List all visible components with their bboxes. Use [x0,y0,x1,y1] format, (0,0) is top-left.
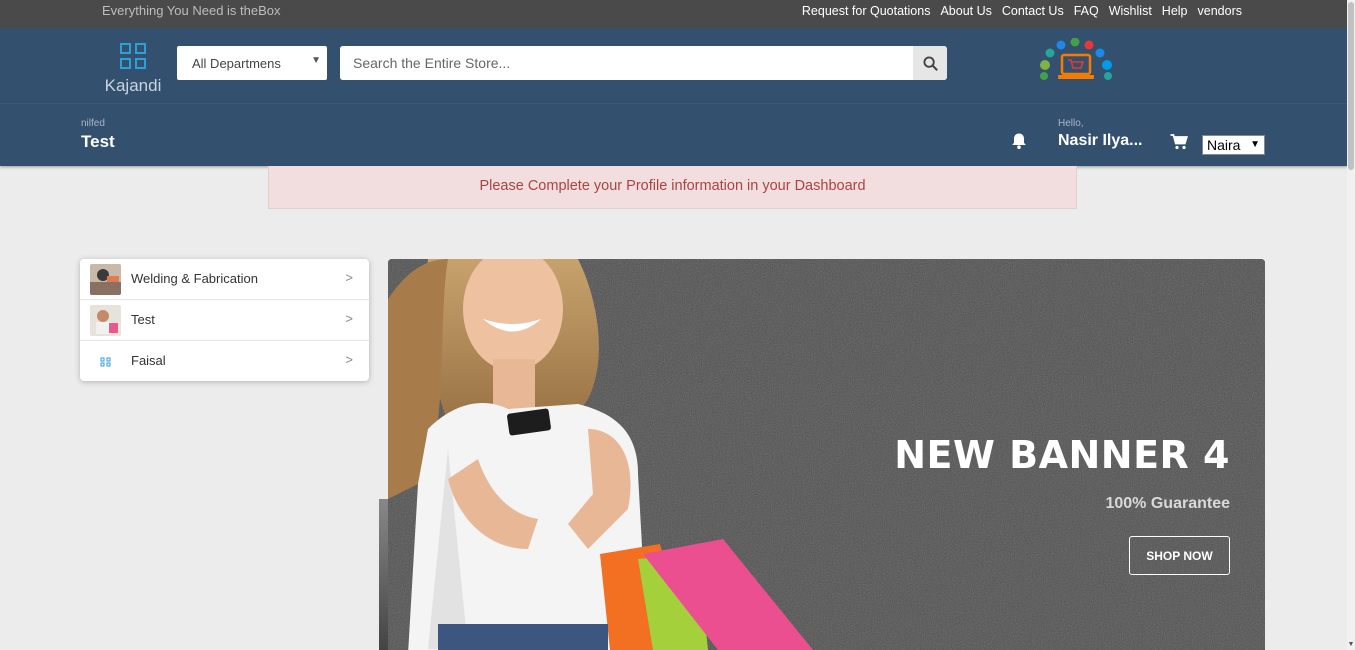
greeting-label: Hello, [1058,118,1084,129]
scrollbar-thumb[interactable] [1348,2,1354,170]
top-bar: Everything You Need is theBox Request fo… [0,0,1347,28]
shopping-laptop-icon [1040,38,1112,80]
store-label: nilfed [81,118,105,129]
link-faq[interactable]: FAQ [1074,4,1099,18]
link-vendors[interactable]: vendors [1198,4,1242,18]
department-select[interactable]: All Departmens ▼ [177,46,327,80]
category-label: Welding & Fabrication [131,271,258,286]
bell-icon[interactable] [1010,132,1028,155]
currency-select-value: Naira [1207,137,1241,153]
page-scrollbar[interactable]: ▼ [1347,0,1355,650]
search-input[interactable] [340,46,913,80]
site-logo[interactable]: Kajandi [100,42,166,98]
main-header: Kajandi All Departmens ▼ [0,28,1347,104]
chevron-right-icon: > [345,311,353,326]
logo-text: Kajandi [104,76,162,95]
chevron-down-icon: ▼ [311,55,321,66]
search-button[interactable] [913,46,947,80]
banner-slide-edge [379,499,388,650]
alert-message: Please Complete your Profile information… [479,178,866,194]
scroll-down-arrow-icon[interactable]: ▼ [1347,641,1355,648]
profile-alert: Please Complete your Profile information… [268,166,1077,209]
category-label: Test [131,312,155,327]
category-thumbnail [100,357,111,367]
link-contact-us[interactable]: Contact Us [1002,4,1064,18]
logo-icon [120,43,146,69]
link-about-us[interactable]: About Us [940,4,991,18]
tagline: Everything You Need is theBox [102,3,281,18]
link-help[interactable]: Help [1162,4,1188,18]
category-item[interactable]: Welding & Fabrication > [80,259,369,300]
category-thumbnail [90,305,121,336]
hero-banner[interactable]: NEW BANNER 4 100% Guarantee SHOP NOW [388,259,1265,650]
shop-now-button[interactable]: SHOP NOW [1129,536,1230,575]
link-wishlist[interactable]: Wishlist [1109,4,1152,18]
link-request-quotations[interactable]: Request for Quotations [802,4,931,18]
chevron-right-icon: > [345,352,353,367]
store-name[interactable]: Test [81,132,115,152]
category-item[interactable]: Test > [80,300,369,341]
category-thumbnail [90,264,121,295]
banner-subtitle: 100% Guarantee [1105,495,1230,512]
chevron-down-icon: ▼ [1250,139,1260,150]
search-icon [922,55,938,71]
banner-title: NEW BANNER 4 [894,433,1230,477]
cart-icon[interactable] [1170,134,1189,155]
department-select-value: All Departmens [192,56,281,71]
user-account-name[interactable]: Nasir Ilya... [1058,132,1143,150]
currency-select[interactable]: Naira ▼ [1202,135,1265,155]
sub-header: nilfed Test Hello, Nasir Ilya... Naira ▼ [0,104,1347,166]
chevron-right-icon: > [345,270,353,285]
top-links: Request for Quotations About Us Contact … [802,4,1242,18]
category-label: Faisal [131,353,166,368]
category-menu: Welding & Fabrication > Test > Faisal > [80,259,369,381]
category-item[interactable]: Faisal > [80,341,369,382]
search-bar [340,46,947,80]
